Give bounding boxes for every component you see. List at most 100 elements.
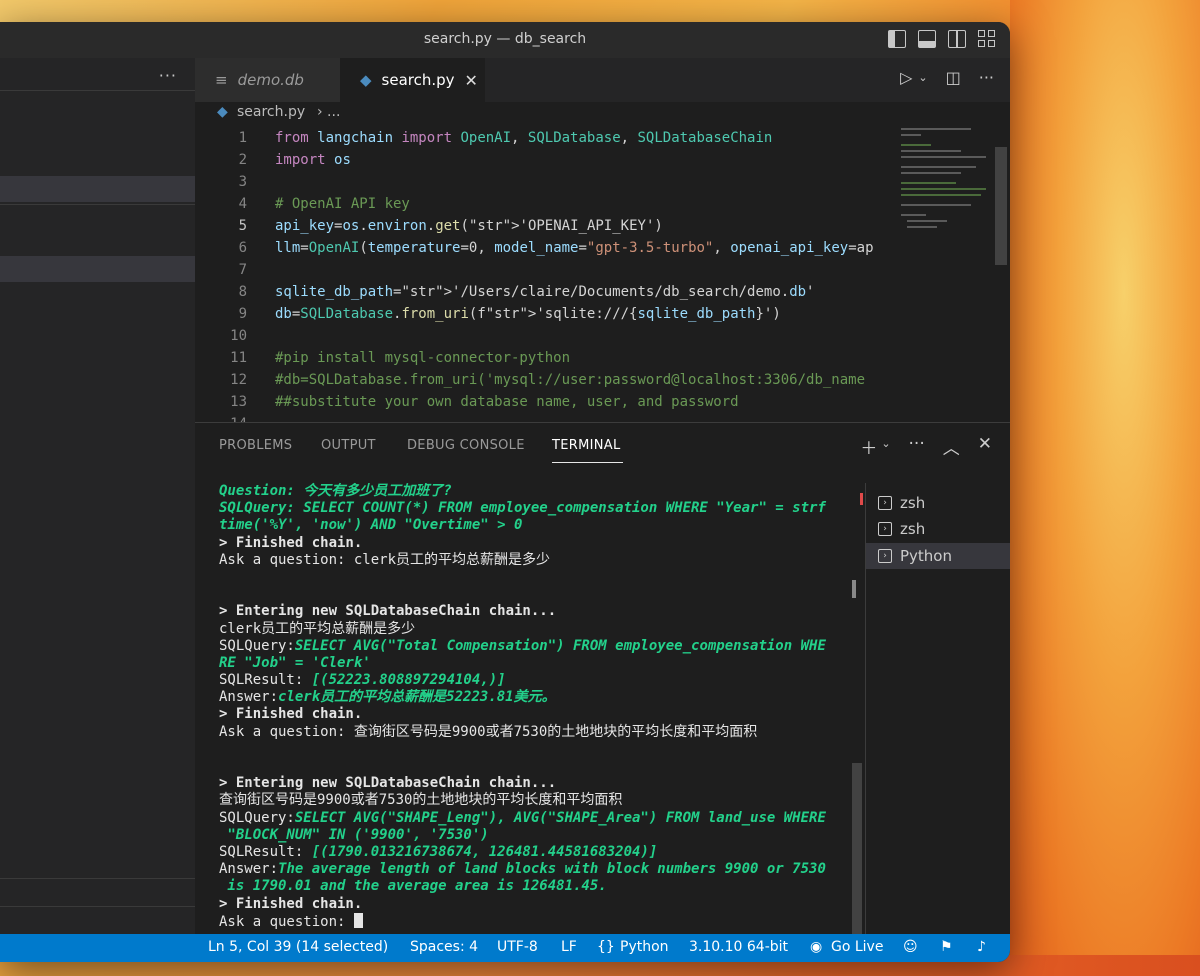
terminal-prefix: SQLResult: — [219, 843, 312, 860]
tab-problems[interactable]: PROBLEMS — [219, 438, 292, 453]
editor-scrollbar[interactable] — [995, 147, 1007, 265]
tab-search-py[interactable]: ◆ search.py ✕ — [340, 58, 485, 102]
panel-tabs: PROBLEMS OUTPUT DEBUG CONSOLE TERMINAL ＋… — [195, 423, 1010, 467]
breadcrumb: ◆ search.py › ... — [195, 102, 1010, 124]
run-icon[interactable]: ▷ — [900, 68, 912, 87]
terminal-scroll-marker — [852, 580, 856, 598]
terminal-line: Ask a question: clerk员工的平均总薪酬是多少 — [219, 551, 551, 568]
terminal-line: "BLOCK_NUM" IN ('9900', '7530') — [219, 826, 489, 843]
more-actions-icon[interactable]: ··· — [909, 434, 925, 459]
terminal-line: clerk员工的平均总薪酬是多少 — [219, 620, 416, 637]
explorer-sidebar: ··· — [0, 58, 195, 934]
maximize-panel-icon[interactable]: ︿ — [943, 434, 960, 459]
sidebar-item[interactable] — [0, 256, 195, 282]
status-bar: Ln 5, Col 39 (14 selected) Spaces: 4 UTF… — [0, 934, 1010, 962]
minimap-line — [901, 214, 926, 216]
terminal-line: > Finished chain. — [219, 706, 363, 723]
tab-demo-db[interactable]: ≡ demo.db — [195, 58, 340, 102]
code-line: db=SQLDatabase.from_uri(f"str">'sqlite:/… — [275, 306, 781, 322]
window-title: search.py — db_search — [423, 31, 587, 47]
terminal-value: SELECT AVG("SHAPE_Leng"), AVG("SHAPE_Are… — [294, 809, 826, 826]
terminal-session-zsh[interactable]: › zsh — [866, 516, 1010, 542]
terminal-output[interactable]: Question: 今天有多少员工加班了? SQLQuery: SELECT CO… — [219, 483, 859, 930]
code-line: sqlite_db_path="str">'/Users/claire/Docu… — [275, 284, 815, 300]
line-number: 11 — [230, 350, 247, 366]
split-editor-icon[interactable]: ◫ — [946, 68, 961, 87]
code-line: llm=OpenAI(temperature=0, model_name="gp… — [275, 240, 874, 256]
line-number: 5 — [238, 218, 247, 234]
terminal-icon: › — [878, 549, 892, 563]
minimap-line — [901, 156, 986, 158]
terminal-line: is 1790.01 and the average area is 12648… — [219, 878, 607, 895]
braces-icon: {} — [597, 939, 615, 955]
breadcrumb-sep[interactable]: › ... — [317, 104, 340, 120]
minimap-line — [901, 166, 976, 168]
go-live-button[interactable]: Go Live — [831, 939, 883, 955]
encoding[interactable]: UTF-8 — [497, 939, 538, 955]
tab-output[interactable]: OUTPUT — [321, 438, 376, 453]
end-of-line[interactable]: LF — [561, 939, 577, 955]
chevron-down-icon[interactable]: ⌄ — [881, 437, 890, 459]
toggle-sidebar-icon[interactable] — [888, 30, 906, 48]
panel-actions: ＋ ⌄ ··· ︿ ✕ — [860, 434, 992, 459]
line-number: 1 — [238, 130, 247, 146]
bottom-panel: PROBLEMS OUTPUT DEBUG CONSOLE TERMINAL ＋… — [195, 422, 1010, 935]
line-number: 4 — [238, 196, 247, 212]
terminal-line: time('%Y', 'now') AND "Overtime" > 0 — [219, 517, 523, 534]
toggle-secondary-sidebar-icon[interactable] — [948, 30, 966, 48]
cursor-position[interactable]: Ln 5, Col 39 (14 selected) — [208, 939, 388, 955]
terminal-session-zsh[interactable]: › zsh — [866, 490, 1010, 516]
sidebar-item[interactable] — [0, 176, 195, 202]
minimap-line — [901, 188, 986, 190]
language-mode[interactable]: Python — [620, 939, 669, 955]
customize-layout-icon[interactable] — [978, 30, 996, 48]
feedback-icon[interactable]: ⚑ — [940, 939, 953, 955]
more-actions-icon[interactable]: ··· — [979, 68, 994, 87]
line-number: 7 — [238, 262, 247, 278]
code-line: #db=SQLDatabase.from_uri('mysql://user:p… — [275, 372, 866, 388]
minimap[interactable] — [895, 124, 995, 444]
terminal-scrollbar[interactable] — [852, 763, 862, 935]
title-bar: search.py — db_search — [0, 22, 1010, 59]
active-tab-indicator — [552, 462, 623, 463]
terminal-session-python[interactable]: › Python — [866, 543, 1010, 569]
tab-label: demo.db — [237, 71, 304, 89]
terminal-line: Ask a question: 查询街区号码是9900或者7530的土地地块的平… — [219, 723, 758, 740]
tab-debug-console[interactable]: DEBUG CONSOLE — [407, 438, 525, 453]
wallpaper — [1010, 0, 1200, 976]
close-panel-icon[interactable]: ✕ — [978, 434, 992, 459]
terminal-prefix: Answer: — [219, 689, 279, 706]
terminal-line: SQLQuery:SELECT AVG("SHAPE_Leng"), AVG("… — [219, 810, 859, 827]
minimap-line — [901, 134, 921, 136]
code-line: from langchain import OpenAI, SQLDatabas… — [275, 130, 773, 146]
python-interpreter[interactable]: 3.10.10 64-bit — [689, 939, 788, 955]
indentation[interactable]: Spaces: 4 — [410, 939, 478, 955]
terminal-value: The average length of land blocks with b… — [278, 861, 826, 878]
terminal-prefix: SQLResult: — [219, 672, 312, 689]
close-icon[interactable]: ✕ — [465, 71, 478, 90]
breadcrumb-file[interactable]: search.py — [237, 104, 305, 120]
code-line: api_key=os.environ.get("str">'OPENAI_API… — [275, 218, 663, 234]
chevron-down-icon[interactable]: ⌄ — [918, 71, 927, 84]
terminal-marker — [860, 493, 863, 505]
copilot-icon[interactable]: ☺ — [903, 939, 918, 955]
terminal-cursor — [353, 912, 363, 928]
line-number: 10 — [230, 328, 247, 344]
new-terminal-icon[interactable]: ＋ — [860, 434, 877, 459]
bell-icon[interactable]: ♪ — [977, 939, 986, 955]
code-editor[interactable]: 1 2 3 4 5 6 7 8 9 10 11 12 13 14 from la… — [195, 124, 895, 432]
broadcast-icon: ◉ — [810, 939, 823, 955]
terminal-line: > Entering new SQLDatabaseChain chain... — [219, 775, 557, 792]
terminal-line: Answer:The average length of land blocks… — [219, 861, 859, 878]
toggle-panel-icon[interactable] — [918, 30, 936, 48]
sidebar-more-icon[interactable]: ··· — [159, 66, 177, 85]
sidebar-divider — [0, 90, 195, 91]
line-number: 12 — [230, 372, 247, 388]
terminal-line: 查询街区号码是9900或者7530的土地地块的平均长度和平均面积 — [219, 792, 623, 809]
terminal-value: [(1790.013216738674, 126481.44581683204)… — [311, 843, 658, 860]
minimap-line — [907, 226, 937, 228]
tab-terminal[interactable]: TERMINAL — [552, 438, 621, 453]
terminal-line: SQLResult: [(52223.808897294104,)] — [219, 672, 859, 689]
terminal-line: Answer:clerk员工的平均总薪酬是52223.81美元。 — [219, 689, 859, 706]
